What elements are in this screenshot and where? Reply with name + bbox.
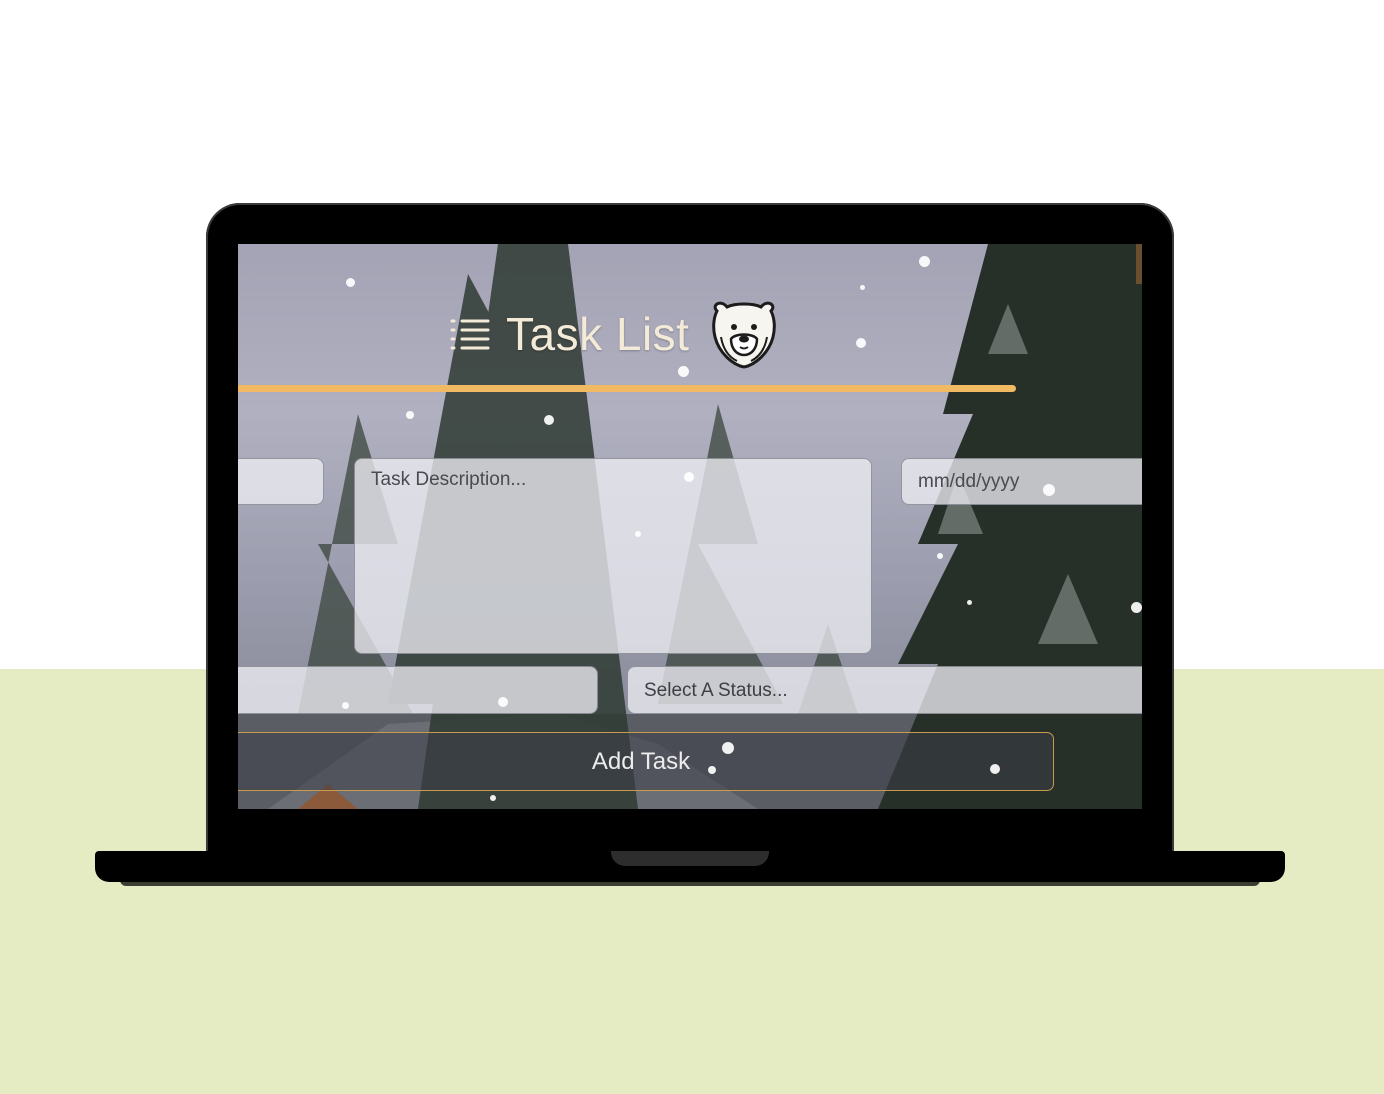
due-date-input[interactable] (901, 458, 1142, 505)
task-description-input[interactable] (354, 458, 872, 654)
snowflake (860, 285, 865, 290)
snowflake (684, 472, 694, 482)
page-title: Task List (506, 308, 690, 360)
screen-edge-strip (1136, 244, 1142, 284)
status-select[interactable]: Select A Status... (627, 666, 1142, 714)
snowflake (406, 411, 414, 419)
list-icon (450, 319, 490, 350)
polar-bear-icon (712, 301, 777, 369)
snowflake (919, 256, 930, 267)
snowflake (722, 742, 734, 754)
snowflake (937, 553, 943, 559)
laptop-notch (611, 851, 769, 866)
assignee-input[interactable] (238, 666, 598, 714)
snowflake (856, 338, 866, 348)
snowflake (708, 766, 716, 774)
header: Task List (448, 301, 781, 369)
snowflake (1043, 484, 1055, 496)
header-underline (238, 385, 1016, 392)
snowflake (544, 415, 554, 425)
snowflake (635, 531, 641, 537)
snowflake (990, 764, 1000, 774)
snowflake (342, 702, 349, 709)
snowflake (967, 600, 972, 605)
snowflake (490, 795, 496, 801)
snowflake (678, 366, 689, 377)
snowflake (1131, 602, 1142, 613)
add-task-button[interactable]: Add Task (238, 732, 1054, 791)
app-screen: Task List Select A Status... Add Task (238, 244, 1142, 809)
task-title-input[interactable] (238, 458, 324, 505)
snowflake (498, 697, 508, 707)
snowflake (346, 278, 355, 287)
